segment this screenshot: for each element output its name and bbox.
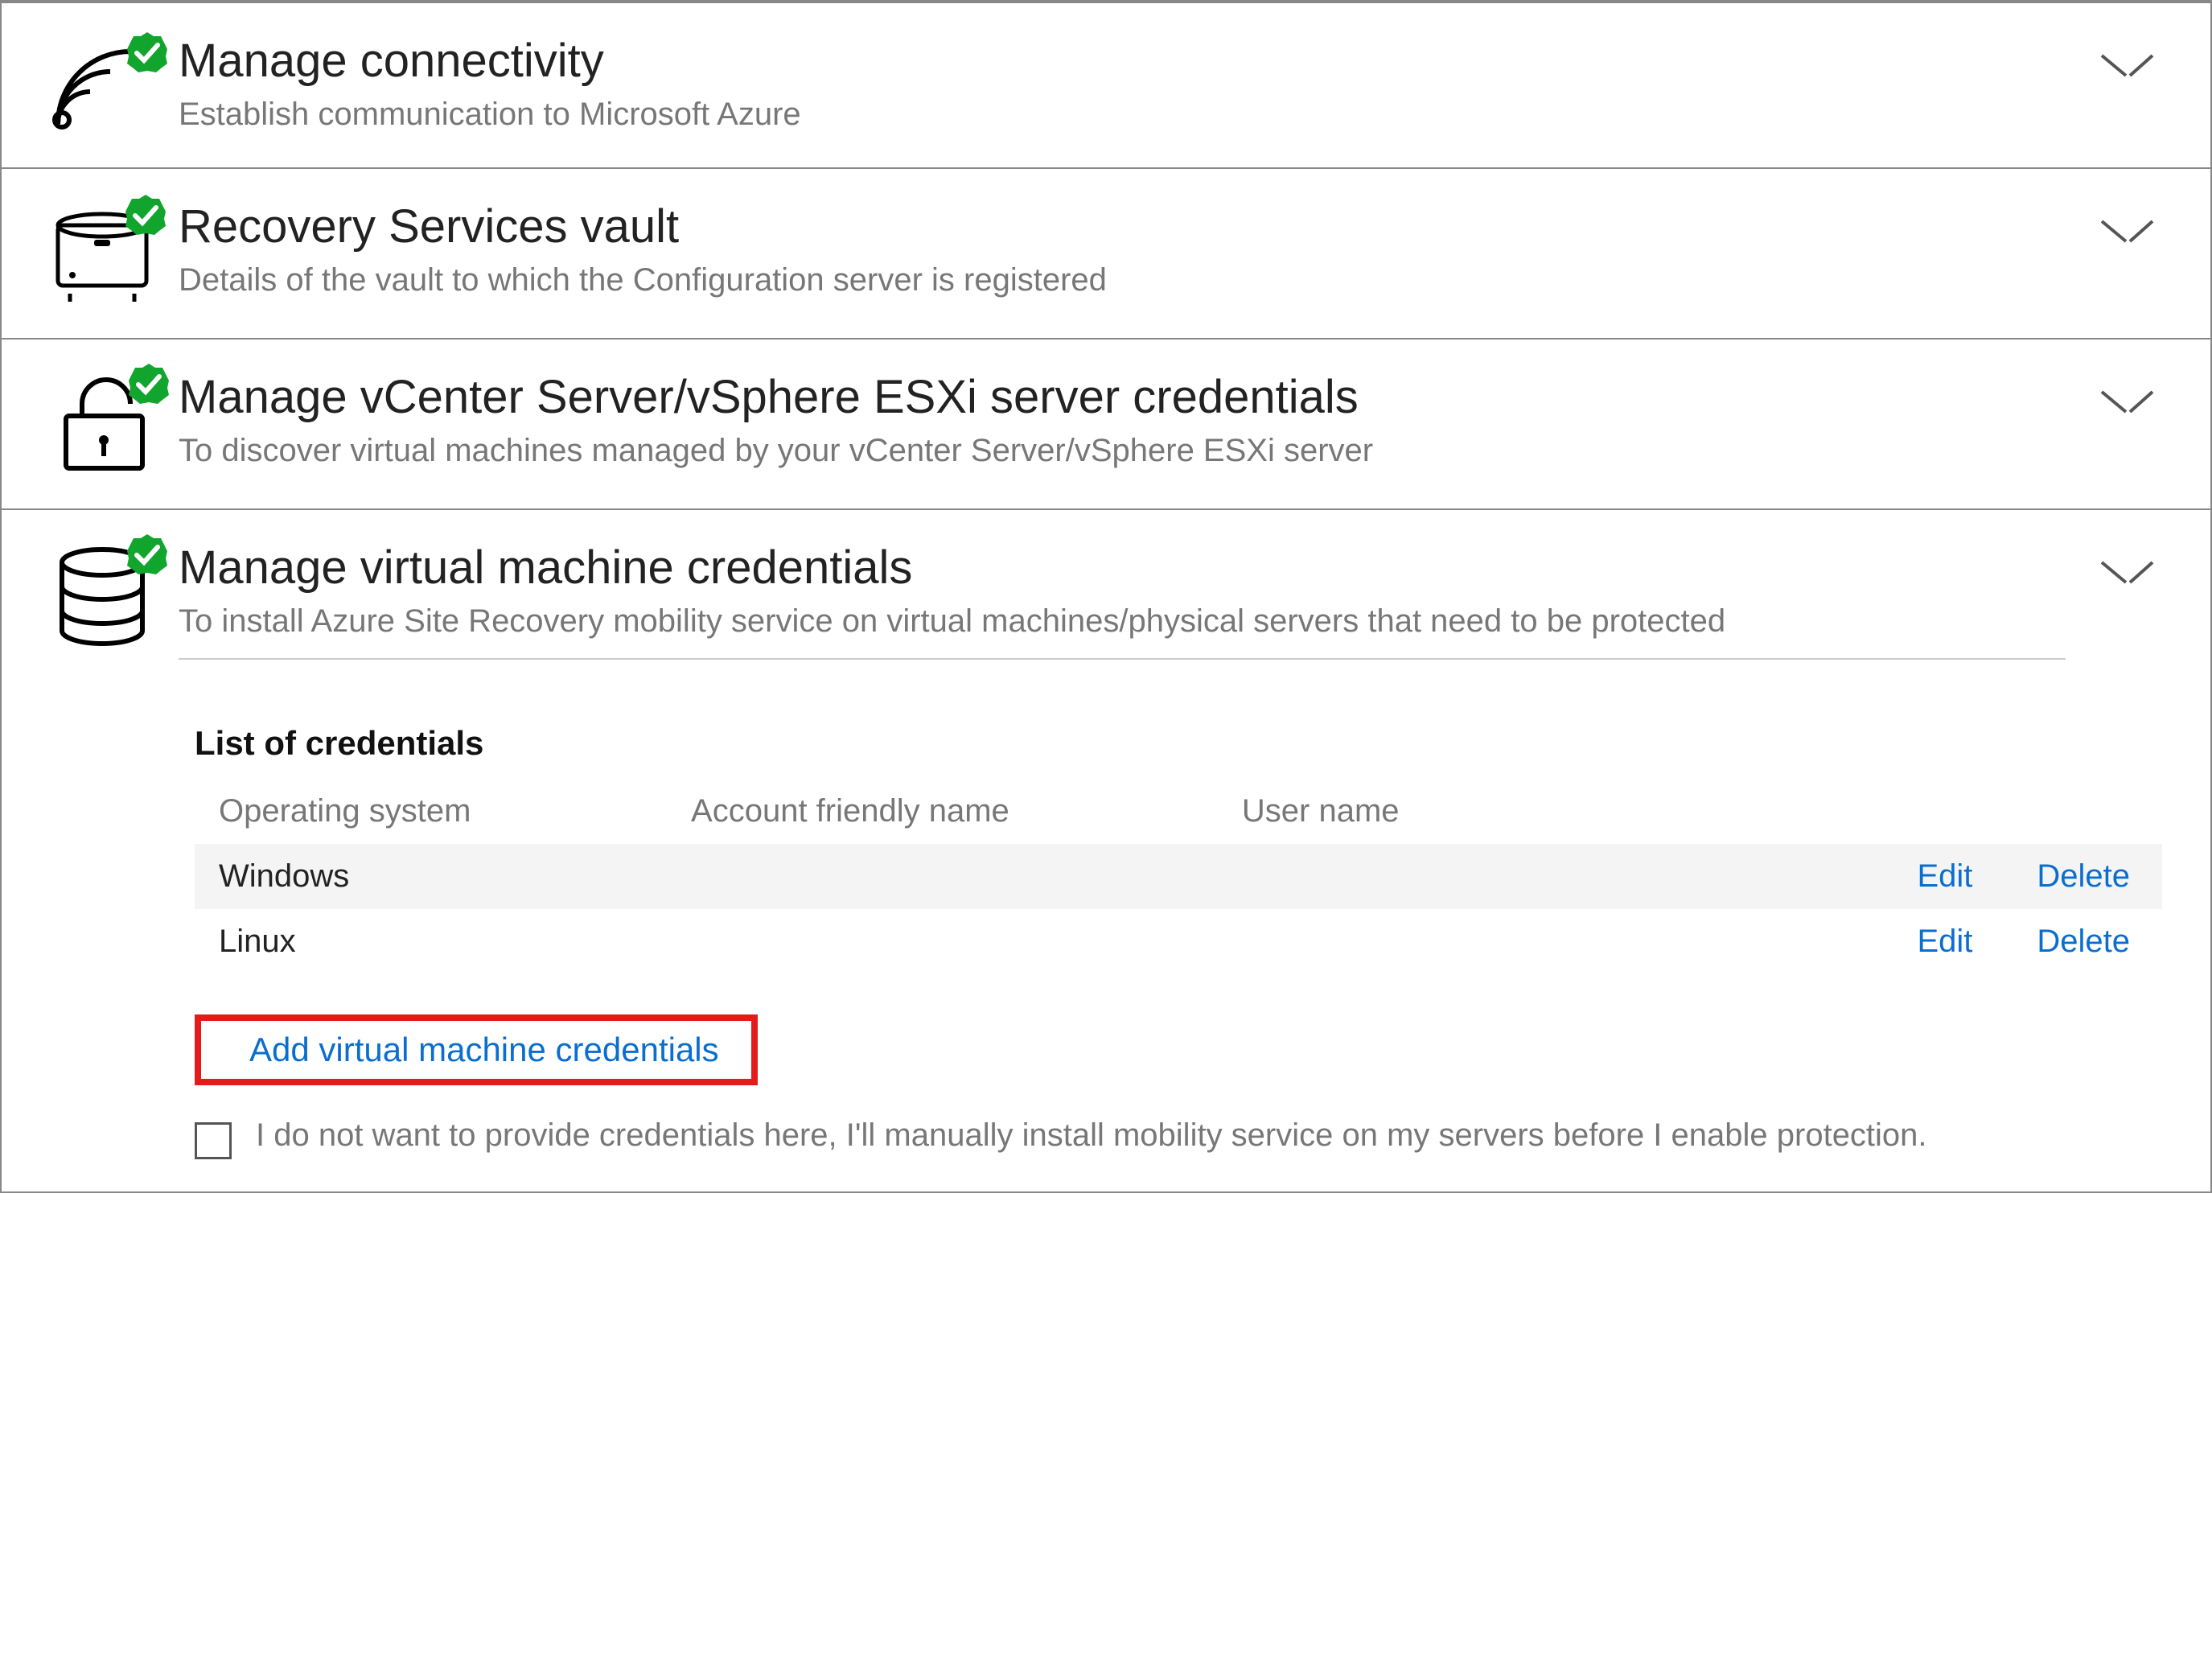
opt-out-label: I do not want to provide credentials her… — [256, 1117, 1927, 1154]
cell-friendly — [667, 844, 1218, 909]
vm-credentials-panel: List of credentials Operating system Acc… — [2, 724, 2210, 1159]
chevron-down-icon[interactable] — [2098, 217, 2154, 253]
cell-os: Linux — [195, 909, 667, 974]
section-subtitle: Details of the vault to which the Config… — [179, 259, 2066, 301]
database-icon — [50, 542, 179, 655]
edit-link[interactable]: Edit — [1909, 924, 1980, 959]
table-row: Windows Edit Delete — [195, 844, 2162, 909]
check-badge-icon — [125, 533, 169, 580]
divider — [179, 658, 2066, 660]
credentials-table: Operating system Account friendly name U… — [195, 779, 2162, 974]
check-badge-icon — [127, 362, 171, 409]
delete-link[interactable]: Delete — [2029, 858, 2138, 894]
section-vcenter-credentials[interactable]: Manage vCenter Server/vSphere ESXi serve… — [2, 340, 2210, 510]
section-subtitle: Establish communication to Microsoft Azu… — [179, 93, 2066, 135]
section-vm-credentials[interactable]: Manage virtual machine credentials To in… — [2, 510, 2210, 676]
cell-friendly — [667, 909, 1218, 974]
section-title: Manage vCenter Server/vSphere ESXi serve… — [179, 372, 2066, 423]
section-title: Recovery Services vault — [179, 201, 2066, 253]
section-subtitle: To discover virtual machines managed by … — [179, 430, 2066, 471]
add-credentials-highlight: Add virtual machine credentials — [195, 1014, 758, 1085]
col-os: Operating system — [195, 779, 667, 844]
opt-out-checkbox[interactable] — [195, 1122, 232, 1159]
cell-user — [1218, 844, 1885, 909]
section-title: Manage connectivity — [179, 35, 2066, 87]
chevron-down-icon[interactable] — [2098, 388, 2154, 424]
edit-link[interactable]: Edit — [1909, 858, 1980, 894]
cell-user — [1218, 909, 1885, 974]
delete-link[interactable]: Delete — [2029, 924, 2138, 959]
cell-os: Windows — [195, 844, 667, 909]
table-row: Linux Edit Delete — [195, 909, 2162, 974]
check-badge-icon — [125, 31, 169, 78]
connectivity-icon — [50, 35, 179, 132]
chevron-down-icon[interactable] — [2098, 51, 2154, 88]
section-manage-connectivity[interactable]: Manage connectivity Establish communicat… — [2, 3, 2210, 169]
credentials-list-heading: List of credentials — [195, 724, 2162, 763]
col-friendly: Account friendly name — [667, 779, 1218, 844]
check-badge-icon — [124, 193, 167, 241]
add-vm-credentials-link[interactable]: Add virtual machine credentials — [249, 1031, 719, 1068]
section-subtitle: To install Azure Site Recovery mobility … — [179, 600, 2066, 642]
section-recovery-vault[interactable]: Recovery Services vault Details of the v… — [2, 169, 2210, 340]
opt-out-row: I do not want to provide credentials her… — [195, 1117, 2162, 1159]
lock-icon — [50, 372, 179, 476]
vault-icon — [50, 201, 179, 306]
col-user: User name — [1218, 779, 1885, 844]
section-title: Manage virtual machine credentials — [179, 542, 2066, 594]
chevron-down-icon[interactable] — [2098, 558, 2154, 595]
